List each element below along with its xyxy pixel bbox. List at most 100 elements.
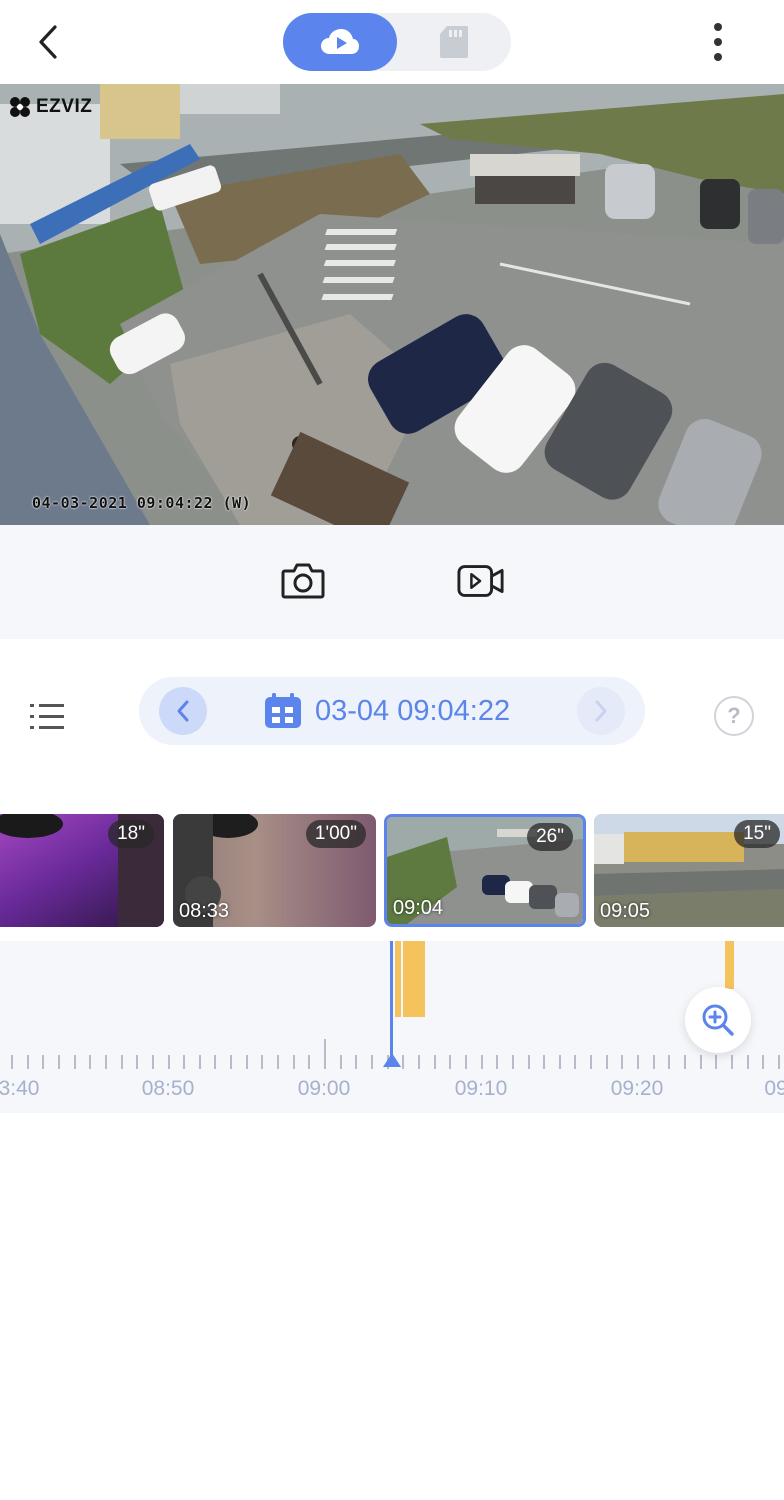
recording-segment — [725, 941, 734, 989]
timeline-tick — [746, 1055, 749, 1069]
clip-duration: 1'00" — [305, 820, 366, 848]
more-button[interactable] — [700, 18, 736, 66]
cloud-play-icon — [321, 29, 359, 54]
sd-card-tab[interactable] — [397, 13, 511, 71]
timeline-tick — [120, 1055, 123, 1069]
brand-text: EZVIZ — [36, 96, 93, 117]
help-button[interactable]: ? — [714, 696, 754, 736]
timeline-tick — [292, 1055, 295, 1069]
timeline-tick — [605, 1055, 608, 1069]
clip-thumbnail[interactable]: 1'00" 08:33 — [173, 814, 376, 927]
time-label: 3:40 — [0, 1077, 40, 1100]
clip-start-time: 09:04 — [393, 897, 444, 919]
timeline-tick — [621, 1055, 624, 1069]
timeline-tick — [277, 1055, 280, 1069]
video-record-icon — [457, 565, 504, 597]
timeline-tick — [11, 1055, 13, 1069]
timeline-tick — [308, 1055, 311, 1069]
timeline-tick — [730, 1055, 733, 1069]
time-label: 09:20 — [610, 1077, 664, 1100]
back-button[interactable] — [26, 20, 70, 64]
timeline-tick — [777, 1055, 780, 1069]
clip-duration: 26" — [527, 823, 573, 851]
clip-duration: 18" — [108, 820, 154, 848]
timeline-tick — [496, 1055, 499, 1069]
timeline-scrubber[interactable]: 3:40 08:50 09:00 09:10 09:20 09 — [0, 941, 784, 1113]
timeline-tick — [339, 1055, 342, 1069]
clip-thumbnail[interactable]: 15" 09:05 — [594, 814, 784, 927]
list-icon — [30, 704, 64, 729]
timeline-tick — [417, 1055, 420, 1069]
timeline-tick — [261, 1055, 264, 1069]
calendar-icon — [265, 693, 301, 728]
timeline-tick — [355, 1055, 358, 1069]
timeline-tick — [464, 1055, 467, 1069]
timeline-tick — [198, 1055, 201, 1069]
date-navigator: 03-04 09:04:22 — [139, 677, 645, 745]
timeline-tick — [762, 1055, 765, 1069]
timeline-tick — [652, 1055, 655, 1069]
playhead-marker[interactable] — [383, 1053, 401, 1067]
timeline-tick — [167, 1055, 170, 1069]
timeline-tick — [699, 1055, 702, 1069]
timeline-tick — [590, 1055, 592, 1069]
timeline-tick — [89, 1055, 92, 1069]
timeline-tick — [151, 1055, 154, 1069]
clip-duration: 15" — [734, 820, 780, 848]
camera-brand-logo: EZVIZ — [8, 95, 92, 119]
timeline-tick — [637, 1055, 639, 1069]
player-actions — [0, 525, 784, 639]
timeline-tick — [527, 1055, 530, 1069]
date-picker[interactable]: 03-04 09:04:22 — [263, 677, 510, 745]
chevron-left-icon — [177, 700, 189, 722]
ezviz-logo-icon — [10, 97, 30, 117]
time-label: 09 — [764, 1077, 784, 1100]
timeline-tick — [26, 1055, 29, 1069]
source-toggle — [283, 13, 511, 71]
time-label: 08:50 — [141, 1077, 195, 1100]
sd-card-icon — [440, 26, 468, 58]
clip-start-time: 09:05 — [600, 900, 651, 922]
timeline-tick — [245, 1055, 248, 1069]
previous-day-button[interactable] — [159, 687, 207, 735]
timeline-tick — [136, 1055, 139, 1069]
time-label: 09:10 — [454, 1077, 508, 1100]
snapshot-button[interactable] — [279, 557, 327, 605]
timeline-tick — [715, 1055, 718, 1069]
timeline-tick — [104, 1055, 107, 1069]
timeline-tick — [183, 1055, 186, 1069]
timeline-tick — [230, 1055, 233, 1069]
clip-thumbnail[interactable]: 18" 29 — [0, 814, 164, 927]
timeline-tick — [558, 1055, 561, 1069]
timeline-tick — [449, 1055, 452, 1069]
recording-segment — [403, 941, 425, 1017]
camera-icon — [281, 563, 325, 599]
timeline-tick — [574, 1055, 577, 1069]
timeline-tick — [42, 1055, 45, 1069]
timeline-tick — [324, 1039, 326, 1069]
clip-thumbnail-selected[interactable]: 26" 09:04 — [384, 814, 586, 927]
top-bar — [0, 0, 784, 84]
playback-screen: EZVIZ 04-03-2021 09:04:22 (W) 03-04 09:0… — [0, 0, 784, 1500]
clip-start-time: 08:33 — [179, 900, 230, 922]
zoom-timeline-button[interactable] — [685, 987, 751, 1053]
more-vertical-icon — [714, 23, 722, 31]
zoom-in-icon — [702, 1004, 734, 1036]
video-timestamp: 04-03-2021 09:04:22 (W) — [32, 494, 252, 512]
playhead-line[interactable] — [390, 941, 393, 1061]
timeline-tick — [480, 1055, 483, 1069]
clip-list-button[interactable] — [28, 700, 68, 740]
timeline-tick — [402, 1055, 405, 1069]
timeline-tick — [543, 1055, 546, 1069]
timeline-tick — [73, 1055, 76, 1069]
video-player[interactable]: EZVIZ 04-03-2021 09:04:22 (W) — [0, 84, 784, 525]
timeline-tick — [57, 1055, 60, 1069]
cloud-tab[interactable] — [283, 13, 397, 71]
timeline-tick — [433, 1055, 436, 1069]
timeline-tick — [511, 1055, 514, 1069]
next-day-button[interactable] — [577, 687, 625, 735]
current-date-time: 03-04 09:04:22 — [315, 694, 511, 727]
record-button[interactable] — [457, 557, 505, 605]
clip-strip[interactable]: 18" 29 1'00" 08:33 — [0, 812, 784, 930]
timeline-tick — [214, 1055, 217, 1069]
